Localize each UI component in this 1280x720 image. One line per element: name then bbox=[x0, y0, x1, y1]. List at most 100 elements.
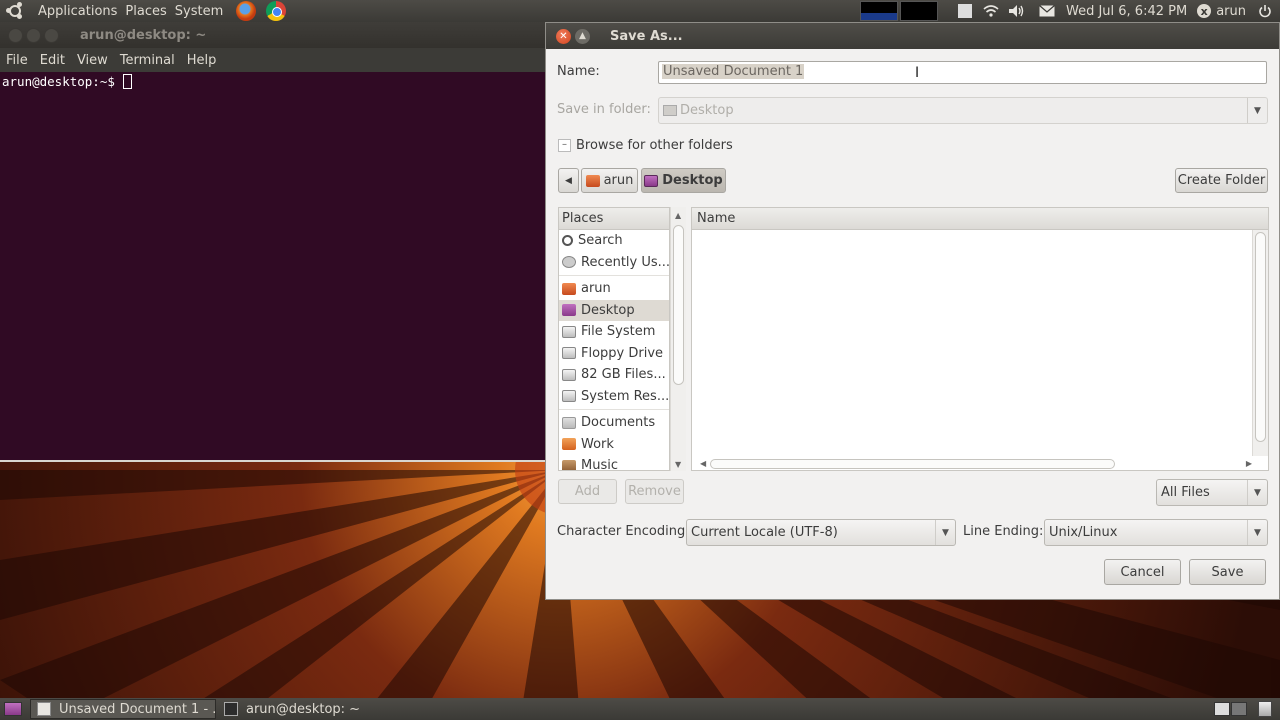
desktop-folder-icon bbox=[562, 304, 576, 317]
cancel-button[interactable]: Cancel bbox=[1104, 559, 1181, 585]
line-ending-value: Unix/Linux bbox=[1049, 525, 1118, 540]
tray-square-icon[interactable] bbox=[956, 2, 974, 20]
browse-folders-expander[interactable]: – Browse for other folders bbox=[558, 138, 733, 153]
workspace-1[interactable] bbox=[1214, 702, 1230, 716]
save-as-dialog: ✕ ▲ Save As... Name: Unsaved Document 1 … bbox=[545, 22, 1280, 600]
files-hscroll-thumb[interactable] bbox=[710, 459, 1115, 469]
encoding-value: Current Locale (UTF-8) bbox=[691, 525, 838, 540]
terminal-menu-terminal[interactable]: Terminal bbox=[116, 53, 179, 68]
place-label: Floppy Drive bbox=[581, 345, 664, 361]
terminal-cursor bbox=[122, 74, 132, 89]
place-system-reserved[interactable]: System Res... bbox=[559, 386, 669, 408]
dialog-close-button[interactable]: ✕ bbox=[556, 28, 571, 44]
places-header[interactable]: Places bbox=[559, 208, 669, 230]
create-folder-button[interactable]: Create Folder bbox=[1175, 168, 1268, 193]
workspace-switcher[interactable] bbox=[1214, 702, 1248, 716]
place-label: File System bbox=[581, 324, 656, 340]
save-button[interactable]: Save bbox=[1189, 559, 1266, 585]
firefox-icon[interactable] bbox=[236, 1, 257, 21]
task-terminal[interactable]: arun@desktop: ~ bbox=[218, 699, 404, 719]
line-ending-combo[interactable]: Unix/Linux ▼ bbox=[1044, 519, 1268, 546]
bottom-panel: Unsaved Document 1 - ... arun@desktop: ~ bbox=[0, 698, 1280, 720]
scroll-right-icon[interactable]: ▶ bbox=[1246, 459, 1252, 468]
menu-places[interactable]: Places bbox=[121, 4, 170, 19]
file-filter-combo[interactable]: All Files ▼ bbox=[1156, 479, 1268, 506]
menu-system[interactable]: System bbox=[171, 4, 227, 19]
places-scrollbar[interactable]: ▲ ▼ bbox=[670, 207, 686, 471]
terminal-prompt: arun@desktop:~$ bbox=[2, 74, 115, 89]
terminal-titlebar[interactable]: arun@desktop: ~ bbox=[0, 22, 545, 48]
places-scroll-thumb[interactable] bbox=[673, 225, 684, 385]
task-gedit[interactable]: Unsaved Document 1 - ... bbox=[30, 699, 216, 719]
breadcrumb-desktop[interactable]: Desktop bbox=[641, 168, 726, 193]
scroll-left-icon[interactable]: ◀ bbox=[700, 459, 706, 468]
power-icon[interactable] bbox=[1256, 2, 1274, 20]
place-search[interactable]: Search bbox=[559, 230, 669, 252]
place-desktop[interactable]: Desktop bbox=[559, 299, 669, 321]
encoding-combo[interactable]: Current Locale (UTF-8) ▼ bbox=[686, 519, 956, 546]
place-floppy-drive[interactable]: Floppy Drive bbox=[559, 343, 669, 365]
task-label: arun@desktop: ~ bbox=[246, 701, 361, 717]
place-documents[interactable]: Documents bbox=[559, 412, 669, 434]
search-icon bbox=[562, 235, 573, 247]
save-in-folder-value: Desktop bbox=[680, 103, 734, 118]
clock[interactable]: Wed Jul 6, 6:42 PM bbox=[1060, 4, 1193, 19]
name-column-header[interactable]: Name bbox=[692, 208, 1268, 230]
place-82gb[interactable]: 82 GB Files... bbox=[559, 364, 669, 386]
terminal-menu-file[interactable]: File bbox=[2, 53, 32, 68]
place-label: arun bbox=[581, 281, 611, 297]
scroll-down-icon[interactable]: ▼ bbox=[675, 460, 681, 469]
place-file-system[interactable]: File System bbox=[559, 321, 669, 343]
terminal-menu-view[interactable]: View bbox=[73, 53, 112, 68]
terminal-maximize-button[interactable] bbox=[44, 27, 59, 43]
files-scroll-thumb[interactable] bbox=[1255, 232, 1266, 442]
terminal-menu-help[interactable]: Help bbox=[183, 53, 221, 68]
place-work[interactable]: Work bbox=[559, 434, 669, 456]
place-label: 82 GB Files... bbox=[581, 367, 666, 383]
dialog-titlebar[interactable]: ✕ ▲ Save As... bbox=[546, 23, 1279, 49]
system-monitor-graph[interactable] bbox=[859, 1, 898, 21]
system-monitor-graph-2[interactable] bbox=[899, 1, 938, 21]
home-folder-icon bbox=[562, 282, 576, 295]
add-bookmark-button[interactable]: Add bbox=[558, 479, 617, 504]
place-music[interactable]: Music bbox=[559, 455, 669, 471]
place-label: Search bbox=[578, 233, 623, 249]
user-status-icon: x bbox=[1197, 4, 1212, 18]
expander-icon: – bbox=[558, 139, 571, 152]
terminal-output[interactable]: arun@desktop:~$ bbox=[0, 72, 545, 91]
text-cursor-icon: I bbox=[915, 65, 920, 81]
files-scrollbar[interactable] bbox=[1252, 230, 1268, 456]
volume-icon[interactable] bbox=[1008, 2, 1026, 20]
place-label: Music bbox=[581, 458, 618, 471]
wifi-icon[interactable] bbox=[982, 2, 1000, 20]
name-label: Name: bbox=[557, 64, 600, 79]
files-pane[interactable]: Name ◀ ▶ bbox=[691, 207, 1269, 471]
terminal-close-button[interactable] bbox=[8, 27, 23, 43]
terminal-menu-edit[interactable]: Edit bbox=[36, 53, 69, 68]
breadcrumb-back-button[interactable]: ◀ bbox=[558, 168, 579, 193]
files-hscrollbar[interactable]: ◀ ▶ bbox=[700, 457, 1252, 471]
home-folder-icon bbox=[585, 174, 600, 187]
terminal-title: arun@desktop: ~ bbox=[80, 27, 207, 43]
workspace-2[interactable] bbox=[1231, 702, 1247, 716]
ubuntu-logo-icon[interactable] bbox=[6, 2, 24, 20]
place-label: Recently Us... bbox=[581, 254, 670, 270]
save-in-folder-combo[interactable]: Desktop ▼ bbox=[658, 97, 1268, 124]
user-menu[interactable]: x arun bbox=[1193, 4, 1250, 19]
place-arun[interactable]: arun bbox=[559, 278, 669, 300]
terminal-minimize-button[interactable] bbox=[26, 27, 41, 43]
trash-icon[interactable] bbox=[1258, 701, 1272, 717]
remove-bookmark-button[interactable]: Remove bbox=[625, 479, 684, 504]
breadcrumb-arun-label: arun bbox=[603, 173, 634, 188]
chrome-icon[interactable] bbox=[266, 1, 287, 21]
filename-input[interactable]: Unsaved Document 1 I bbox=[658, 61, 1267, 84]
mail-icon[interactable] bbox=[1038, 2, 1056, 20]
breadcrumb-arun[interactable]: arun bbox=[581, 168, 638, 193]
dialog-minimize-button[interactable]: ▲ bbox=[575, 28, 590, 44]
browse-folders-label: Browse for other folders bbox=[576, 138, 733, 153]
place-recent[interactable]: Recently Us... bbox=[559, 252, 669, 274]
menu-applications[interactable]: Applications bbox=[34, 4, 121, 19]
scroll-up-icon[interactable]: ▲ bbox=[675, 211, 681, 220]
show-desktop-icon[interactable] bbox=[4, 702, 22, 716]
text-editor-icon bbox=[37, 702, 51, 716]
